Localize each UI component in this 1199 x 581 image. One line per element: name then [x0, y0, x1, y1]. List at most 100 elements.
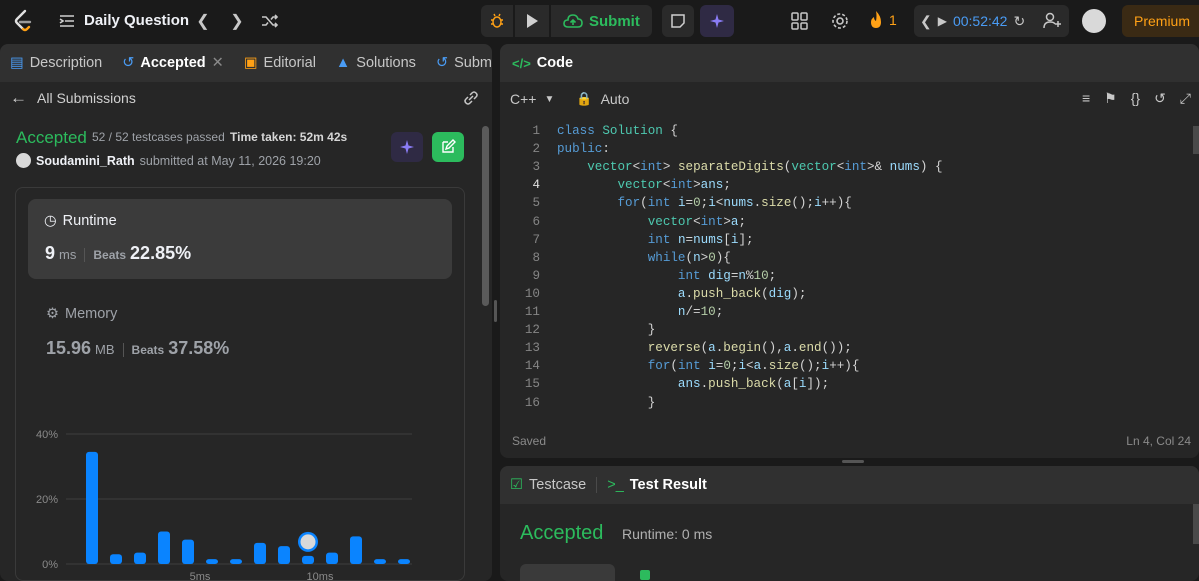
leetcode-logo-icon[interactable]: [12, 9, 34, 33]
code-line[interactable]: }: [557, 323, 656, 337]
bar[interactable]: [110, 554, 122, 564]
line-number: 8: [532, 250, 540, 265]
timer-reset-icon[interactable]: ↻: [1013, 13, 1025, 30]
tab-testcase[interactable]: ☑ Testcase: [500, 477, 596, 493]
code-editor[interactable]: 1 class Solution {2 public: 3 vector<int> s…: [500, 120, 1199, 420]
bar[interactable]: [326, 552, 338, 564]
notes-button[interactable]: [661, 5, 694, 37]
lock-icon: 🔒: [576, 91, 593, 106]
code-line[interactable]: a.push_back(dig);: [557, 287, 807, 301]
next-question-icon[interactable]: ❯: [227, 11, 247, 31]
runtime-value: 9 ms Beats 22.85%: [45, 243, 192, 263]
layout-icon[interactable]: [790, 11, 810, 31]
submitter-name[interactable]: Soudamini_Rath: [36, 154, 135, 168]
panel-resize-handle[interactable]: [842, 460, 864, 463]
code-line[interactable]: for(int i=0;i<a.size();i++){: [557, 359, 860, 373]
expand-icon[interactable]: ⤢: [1180, 90, 1191, 107]
code-line[interactable]: reverse(a.begin(),a.end());: [557, 341, 852, 355]
left-scrollbar[interactable]: [482, 126, 489, 306]
share-link-icon[interactable]: [462, 90, 480, 106]
add-friend-icon[interactable]: [1042, 11, 1062, 31]
panel-vertical-resize-handle[interactable]: [494, 300, 497, 322]
case-1-tab[interactable]: [520, 564, 615, 581]
tab-accepted[interactable]: ↺ Accepted ✕: [112, 55, 234, 71]
memory-value[interactable]: 15.96 MB Beats 37.58%: [46, 338, 229, 359]
code-line[interactable]: int dig=n%10;: [557, 269, 776, 283]
submitter-avatar[interactable]: [16, 153, 31, 168]
premium-button[interactable]: Premium: [1122, 5, 1199, 37]
format-icon[interactable]: ≡: [1082, 90, 1090, 107]
bar[interactable]: [134, 552, 146, 564]
timer-collapse-icon[interactable]: ❮: [920, 13, 932, 30]
submission-status: Accepted: [16, 128, 87, 147]
code-line[interactable]: ans.push_back(a[i]);: [557, 377, 829, 391]
description-icon: ▤: [10, 55, 24, 71]
submit-button[interactable]: Submit: [551, 5, 652, 37]
gear-icon[interactable]: [830, 11, 850, 31]
streak-counter[interactable]: 1: [868, 10, 897, 30]
ai-assist-button[interactable]: [699, 5, 734, 37]
code-line[interactable]: vector<int>ans;: [557, 178, 730, 192]
streak-count: 1: [889, 12, 897, 28]
memory-label[interactable]: ⚙ Memory: [46, 306, 117, 322]
time-taken: Time taken: 52m 42s: [230, 130, 348, 144]
all-submissions-link[interactable]: All Submissions: [37, 90, 136, 106]
runtime-card[interactable]: ◷ Runtime 9 ms Beats 22.85%: [28, 199, 452, 279]
analyze-button[interactable]: [391, 132, 423, 162]
timer-play-icon[interactable]: ▶: [938, 14, 947, 28]
tab-solutions[interactable]: ▲ Solutions: [326, 55, 426, 71]
debug-button[interactable]: [481, 5, 513, 37]
shuffle-icon[interactable]: [260, 11, 280, 31]
bar[interactable]: [158, 531, 170, 565]
bookmark-icon[interactable]: ⚑: [1104, 90, 1117, 107]
reset-icon[interactable]: ↺: [1154, 90, 1166, 107]
bar[interactable]: [254, 542, 266, 564]
bar[interactable]: [278, 546, 290, 564]
top-navbar: Daily Question ❮ ❯ Submit 1 ❮ ▶ 00:52:42…: [0, 0, 1199, 42]
code-line[interactable]: vector<int>a;: [557, 215, 746, 229]
code-line[interactable]: n/=10;: [557, 305, 723, 319]
bar[interactable]: [230, 559, 242, 564]
bar[interactable]: [374, 559, 386, 564]
testcases-passed: 52 / 52 testcases passed: [92, 130, 225, 144]
line-number: 15: [524, 377, 540, 392]
tab-description[interactable]: ▤ Description: [0, 55, 112, 71]
tab-test-result[interactable]: >_ Test Result: [597, 477, 717, 493]
bar[interactable]: [182, 539, 194, 564]
user-avatar[interactable]: [1082, 9, 1106, 33]
mode-label[interactable]: Auto: [601, 91, 630, 107]
code-tab-label[interactable]: Code: [537, 55, 573, 71]
tab-editorial[interactable]: ▣ Editorial: [234, 55, 326, 71]
tab-submissions[interactable]: ↺ Subm: [426, 55, 492, 71]
bar[interactable]: [302, 555, 314, 564]
problem-list-icon[interactable]: [58, 12, 76, 30]
terminal-icon: >_: [607, 477, 624, 493]
code-line[interactable]: while(n>0){: [557, 251, 731, 265]
sparkle-icon: [400, 140, 414, 154]
bar[interactable]: [350, 536, 362, 564]
editorial-edit-button[interactable]: [432, 132, 464, 162]
prev-question-icon[interactable]: ❮: [193, 11, 213, 31]
code-scrollbar[interactable]: [1193, 126, 1199, 154]
code-line[interactable]: public:: [557, 142, 610, 156]
code-line[interactable]: for(int i=0;i<nums.size();i++){: [557, 196, 851, 210]
bar[interactable]: [86, 451, 98, 564]
code-line[interactable]: }: [557, 396, 656, 410]
line-number: 7: [532, 232, 540, 247]
code-line[interactable]: int n=nums[i];: [557, 233, 754, 247]
braces-icon[interactable]: {}: [1131, 90, 1140, 107]
case-2-status-icon[interactable]: [640, 570, 650, 580]
close-tab-icon[interactable]: ✕: [212, 55, 224, 71]
language-select[interactable]: C++: [510, 91, 536, 107]
run-button[interactable]: [515, 5, 549, 37]
page-title[interactable]: Daily Question: [84, 12, 189, 29]
back-arrow-icon[interactable]: ←: [10, 88, 27, 108]
chevron-down-icon[interactable]: ▼: [544, 94, 554, 105]
bar[interactable]: [206, 559, 218, 564]
code-line[interactable]: vector<int> separateDigits(vector<int>& …: [557, 160, 942, 174]
code-line[interactable]: class Solution {: [557, 124, 678, 138]
bar[interactable]: [398, 559, 410, 564]
result-scrollbar[interactable]: [1193, 504, 1199, 544]
code-panel: </> Code C++ ▼ 🔒 Auto ≡ ⚑ {} ↺ ⤢ 1 class S…: [500, 44, 1199, 458]
editor-toolbar: C++ ▼ 🔒 Auto ≡ ⚑ {} ↺ ⤢: [500, 82, 1199, 116]
